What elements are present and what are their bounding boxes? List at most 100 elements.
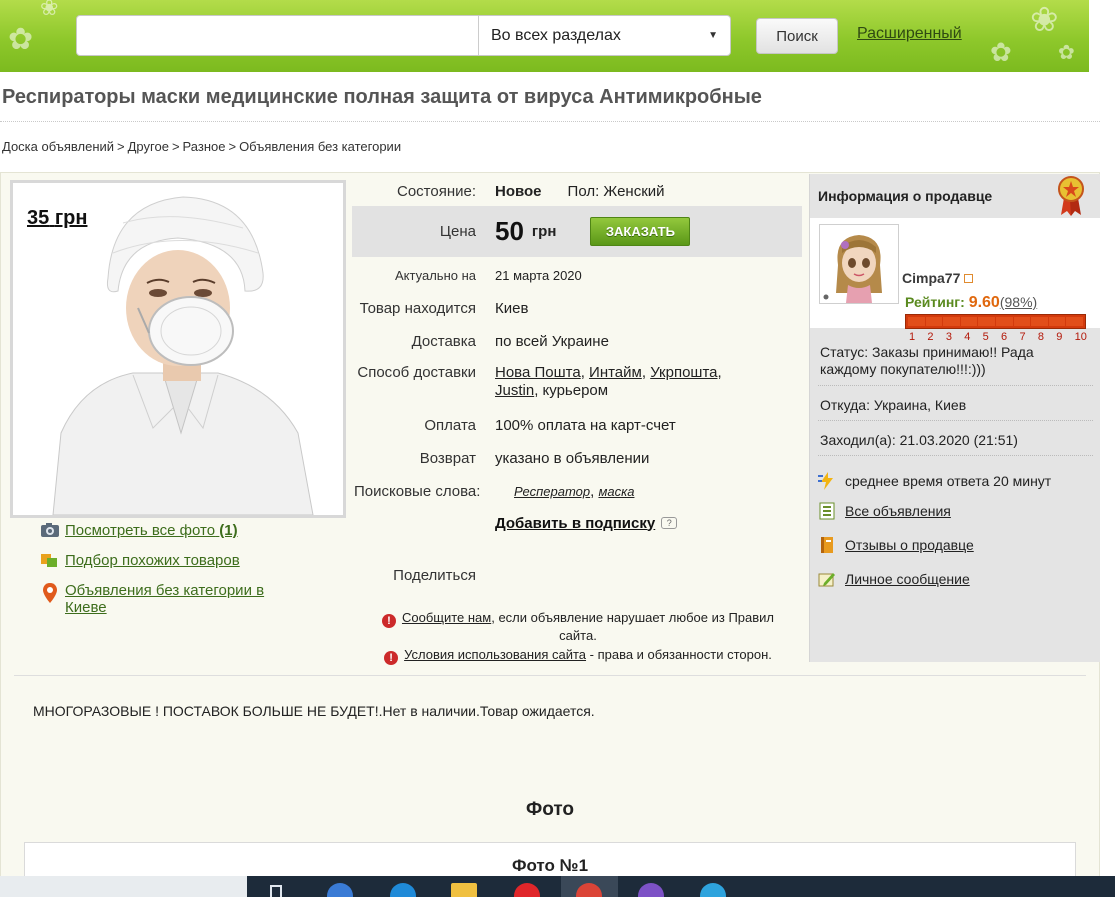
similar-items-icon — [40, 552, 60, 572]
seller-name: Cimpa77 — [902, 270, 974, 286]
gender-value: Пол: Женский — [567, 182, 665, 200]
breadcrumb-item[interactable]: Объявления без категории — [239, 139, 401, 154]
search-scope-value: Во всех разделах — [491, 26, 621, 44]
breadcrumb-item[interactable]: Доска объявлений — [2, 139, 114, 154]
return-label: Возврат — [419, 449, 476, 467]
payment-value: 100% оплата на карт-счет — [495, 416, 676, 434]
seller-name-text[interactable]: Cimpa77 — [902, 270, 960, 286]
rating-segment — [995, 317, 1013, 326]
price-label: Цена — [439, 223, 476, 240]
photo-card-title: Фото №1 — [511, 856, 589, 875]
lightning-icon — [818, 472, 836, 490]
category-location-link[interactable]: Объявления без категории в Киеве — [65, 582, 264, 616]
rating-segment — [943, 317, 960, 326]
private-message-link[interactable]: Личное сообщение — [845, 571, 970, 587]
rating-percent[interactable]: (98%) — [1000, 294, 1037, 310]
keyword-link[interactable]: Респератор — [514, 484, 590, 499]
seller-rating: Рейтинг: 9.60(98%) — [905, 294, 1037, 312]
breadcrumb-separator: > — [228, 139, 237, 154]
rating-bar — [905, 314, 1086, 329]
order-button[interactable]: ЗАКАЗАТЬ — [590, 217, 691, 246]
rating-scale-tick: 4 — [964, 331, 971, 343]
all-photos-link-row: Посмотреть все фото (1) — [40, 522, 330, 542]
all-photos-label: Посмотреть все фото — [65, 522, 216, 539]
share-label: Поделиться — [393, 566, 476, 584]
all-ads-row: Все объявления — [818, 502, 951, 520]
similar-items-link[interactable]: Подбор похожих товаров — [65, 552, 240, 569]
report-text: , если объявление нарушает любое из Прав… — [491, 610, 775, 625]
all-ads-link[interactable]: Все объявления — [845, 503, 951, 519]
share-row: Поделиться — [352, 564, 802, 586]
reviews-row: Отзывы о продавце — [818, 536, 974, 554]
rating-scale-tick: 7 — [1019, 331, 1026, 343]
chat-app-icon[interactable] — [327, 883, 353, 897]
breadcrumb-item[interactable]: Разное — [183, 139, 226, 154]
all-photos-link[interactable]: Посмотреть все фото (1) — [65, 522, 238, 539]
seller-status: Статус: Заказы принимаю!! Рада каждому п… — [820, 344, 1034, 377]
search-scope-select[interactable]: Во всех разделах ▼ — [479, 16, 730, 55]
opera-browser-icon[interactable] — [514, 883, 540, 897]
delivery-courier: курьером — [542, 382, 609, 399]
seller-panel: Информация о продавце Cimpa77 Рейтинг: 9… — [809, 174, 1100, 662]
breadcrumb-separator: > — [117, 139, 125, 154]
file-explorer-icon[interactable] — [451, 883, 477, 897]
delivery-value: по всей Украине — [495, 332, 609, 350]
report-link[interactable]: Сообщите нам — [402, 610, 491, 625]
rating-scale-tick: 10 — [1074, 331, 1087, 343]
seller-card: Cimpa77 Рейтинг: 9.60(98%) 1 2 3 4 5 6 7… — [810, 218, 1100, 343]
price-value: 50 — [495, 216, 524, 246]
photos-section-title: Фото — [525, 799, 574, 820]
seller-reviews-link[interactable]: Отзывы о продавце — [845, 537, 974, 553]
listing-description: МНОГОРАЗОВЫЕ ! ПОСТАВОК БОЛЬШЕ НЕ БУДЕТ!… — [33, 703, 595, 719]
pencil-message-icon — [818, 570, 836, 588]
rating-segment — [978, 317, 995, 326]
search-button[interactable]: Поиск — [756, 18, 838, 54]
product-photo[interactable]: 35 грн — [10, 180, 346, 518]
seller-avatar[interactable] — [819, 224, 899, 304]
response-time-row: среднее время ответа 20 минут — [818, 472, 1051, 490]
all-photos-count: (1) — [219, 522, 238, 539]
subscribe-link[interactable]: Добавить в подписку — [495, 515, 655, 532]
delivery-method-link[interactable]: Justin — [495, 382, 534, 399]
keywords-label: Поисковые слова: — [354, 482, 481, 500]
rating-scale-tick: 3 — [945, 331, 952, 343]
rating-scale-tick: 6 — [1001, 331, 1008, 343]
terms-notice: ! Условия использования сайта - права и о… — [362, 647, 794, 665]
advanced-search-link[interactable]: Расширенный — [857, 25, 962, 43]
location-link-row: Объявления без категории в Киеве — [40, 582, 330, 616]
seller-header-title: Информация о продавце — [818, 188, 993, 204]
price-currency: грн — [531, 223, 557, 240]
flower-decoration-icon: ✿ — [1058, 40, 1075, 64]
warning-icon: ! — [381, 614, 396, 628]
viber-icon[interactable] — [638, 883, 664, 897]
delivery-methods: Нова Пошта, Интайм, Укрпошта, Justin, кур… — [495, 364, 722, 399]
telegram-icon[interactable] — [700, 883, 726, 897]
delivery-method-link[interactable]: Укрпошта — [650, 364, 717, 381]
delivery-method-link[interactable]: Нова Пошта — [495, 364, 581, 381]
help-icon[interactable]: ? — [661, 517, 678, 529]
girl-avatar-image — [820, 225, 898, 303]
edge-browser-icon[interactable] — [390, 883, 416, 897]
seller-from: Откуда: Украина, Киев — [820, 397, 967, 413]
divider — [818, 420, 1093, 421]
nurse-in-mask-image — [13, 183, 343, 515]
book-icon — [818, 536, 836, 554]
similar-link-row: Подбор похожих товаров — [40, 552, 330, 572]
rating-segment — [1031, 317, 1048, 326]
delivery-method-link[interactable]: Интайм — [589, 364, 642, 381]
rating-segment — [960, 317, 978, 326]
photo-price-tag: 35 грн — [27, 207, 87, 230]
rating-value: 9.60 — [968, 294, 1000, 311]
task-view-icon[interactable] — [270, 885, 282, 897]
rating-segment — [908, 317, 925, 326]
category-location-line2: Киеве — [65, 599, 107, 616]
divider — [818, 455, 1093, 456]
flower-decoration-icon: ❀ — [40, 0, 59, 21]
search-input[interactable] — [77, 16, 479, 55]
rating-segment — [1048, 317, 1066, 326]
keyword-link[interactable]: маска — [598, 484, 634, 499]
breadcrumb-item[interactable]: Другое — [128, 139, 169, 154]
terms-link[interactable]: Условия использования сайта — [404, 647, 586, 662]
subscribe-row: Добавить в подписку ? — [352, 512, 802, 534]
rating-scale-tick: 8 — [1037, 331, 1044, 343]
